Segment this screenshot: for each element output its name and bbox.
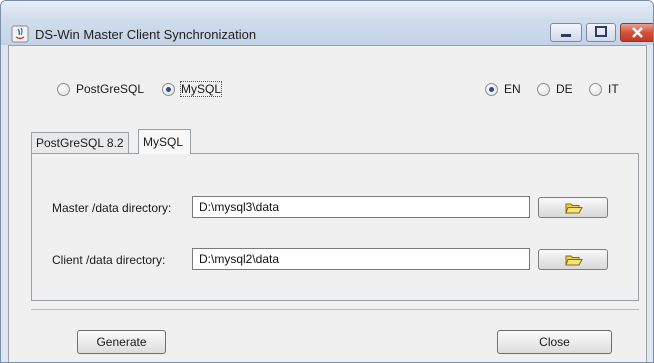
db-type-option-postgresql[interactable]: PostGreSQL	[57, 82, 144, 96]
maximize-button[interactable]	[586, 23, 616, 42]
mysql-tab-panel: Master /data directory: Client /data dir…	[31, 153, 639, 301]
maximize-icon	[595, 26, 607, 37]
mysql-radio-label: MySQL	[179, 81, 223, 97]
master-directory-input[interactable]	[192, 196, 530, 218]
de-radio[interactable]	[537, 82, 550, 96]
it-radio-label: IT	[608, 82, 619, 96]
minimize-icon	[561, 34, 571, 37]
app-window: DS-Win Master Client Synchronization Pos…	[0, 0, 654, 363]
client-area: PostGreSQL MySQL EN DE IT PostGreSQL 8.2…	[8, 45, 647, 362]
close-button[interactable]: Close	[497, 330, 612, 354]
close-icon	[632, 27, 643, 38]
master-directory-label: Master /data directory:	[52, 201, 172, 215]
en-radio-label: EN	[504, 82, 521, 96]
tab-mysql[interactable]: MySQL	[138, 129, 191, 154]
client-browse-button[interactable]	[538, 249, 608, 270]
folder-icon	[565, 203, 583, 214]
mysql-radio[interactable]	[162, 82, 175, 96]
client-directory-label: Client /data directory:	[52, 253, 166, 267]
postgresql-radio[interactable]	[57, 82, 70, 96]
minimize-button[interactable]	[550, 23, 582, 42]
de-radio-label: DE	[556, 82, 573, 96]
language-option-en[interactable]: EN	[485, 82, 521, 96]
db-type-option-mysql[interactable]: MySQL	[162, 81, 223, 97]
window-title: DS-Win Master Client Synchronization	[35, 27, 257, 42]
bottom-button-panel: Generate Close	[31, 309, 639, 362]
postgresql-radio-label: PostGreSQL	[76, 82, 145, 96]
tab-postgresql[interactable]: PostGreSQL 8.2	[31, 132, 129, 153]
language-option-de[interactable]: DE	[537, 82, 573, 96]
it-radio[interactable]	[589, 82, 602, 96]
close-window-button[interactable]	[620, 23, 653, 42]
folder-icon	[565, 255, 583, 266]
generate-button[interactable]: Generate	[77, 330, 166, 354]
title-bar[interactable]: DS-Win Master Client Synchronization	[1, 1, 653, 45]
java-app-icon	[11, 25, 29, 43]
language-option-it[interactable]: IT	[589, 82, 619, 96]
en-radio[interactable]	[485, 82, 498, 96]
client-directory-input[interactable]	[192, 248, 530, 270]
master-browse-button[interactable]	[538, 197, 608, 218]
